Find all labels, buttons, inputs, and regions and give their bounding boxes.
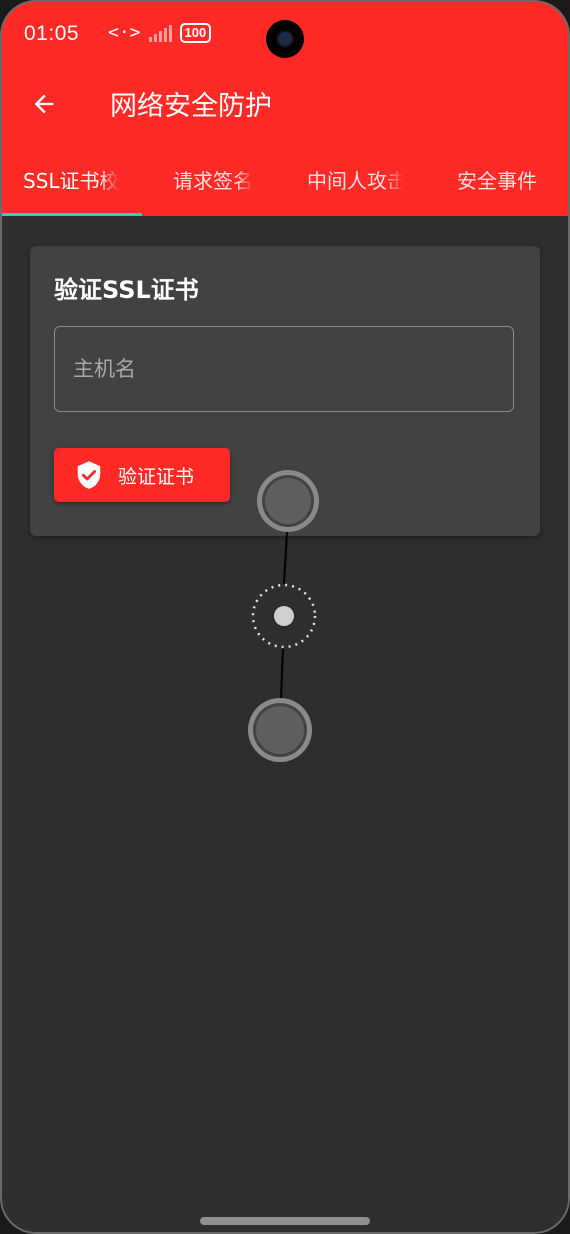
tab-request-signing[interactable]: 请求签名	[142, 142, 284, 216]
touch-point-middle	[251, 583, 317, 649]
tab-bar: SSL证书校验 请求签名 中间人攻击检测 安全事件	[0, 142, 570, 216]
verify-certificate-button[interactable]: 验证证书	[54, 448, 230, 502]
battery-level: 100	[184, 25, 207, 40]
tab-label: 中间人攻击检测	[307, 168, 403, 193]
host-input-field	[54, 326, 514, 412]
host-input[interactable]	[55, 327, 513, 411]
tab-ssl-certificate[interactable]: SSL证书校验	[0, 142, 142, 216]
tab-security-events[interactable]: 安全事件	[426, 142, 568, 216]
tab-indicator	[0, 213, 142, 216]
ssl-verify-card: 验证SSL证书 验证证书	[30, 246, 540, 536]
verify-button-label: 验证证书	[118, 465, 195, 488]
signal-bars-icon	[148, 24, 172, 42]
status-bar: 01:05 <·> 100	[0, 0, 570, 72]
status-time: 01:05	[24, 22, 80, 45]
back-button[interactable]	[22, 82, 66, 126]
battery-icon: 100	[179, 22, 212, 43]
tab-label: SSL证书校验	[23, 168, 119, 193]
app-bar: 网络安全防护	[0, 72, 570, 142]
arrow-left-icon	[34, 94, 54, 114]
page-title: 网络安全防护	[110, 91, 272, 122]
phone-screen: 01:05 <·> 100 网络安全防护 SSL证书校验 请求签名	[0, 0, 570, 1234]
data-transfer-icon: <·>	[108, 22, 141, 43]
front-camera	[266, 20, 304, 58]
home-indicator[interactable]	[200, 1217, 370, 1225]
tab-label: 请求签名	[173, 168, 253, 193]
gesture-path-line	[280, 647, 284, 699]
shield-check-icon	[74, 460, 104, 490]
gesture-path-line	[283, 531, 288, 585]
tab-mitm-detection[interactable]: 中间人攻击检测	[284, 142, 426, 216]
touch-point-end	[248, 698, 312, 762]
status-icons: <·> 100	[108, 22, 212, 43]
tab-label: 安全事件	[457, 168, 537, 193]
card-title: 验证SSL证书	[54, 276, 199, 304]
